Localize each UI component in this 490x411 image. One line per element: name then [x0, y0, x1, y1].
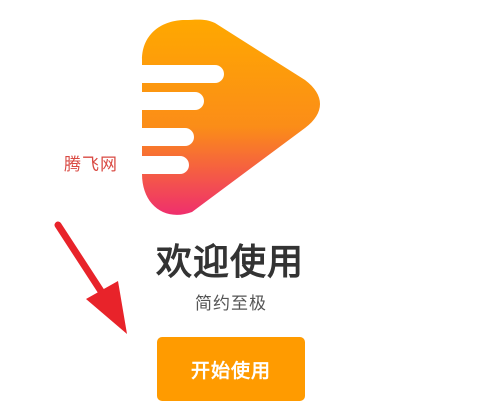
welcome-title: 欢迎使用 — [155, 242, 304, 283]
start-button[interactable]: 开始使用 — [157, 337, 305, 401]
welcome-subtitle: 简约至极 — [195, 294, 267, 314]
play-logo-icon — [142, 19, 320, 215]
watermark-text: 腾飞网 — [64, 155, 118, 175]
